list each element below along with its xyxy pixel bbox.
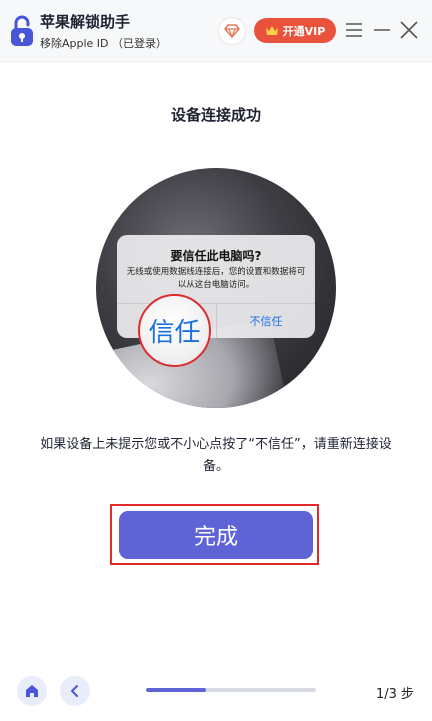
trust-magnifier: 信任 [138, 294, 211, 367]
home-button[interactable] [17, 676, 47, 706]
vip-label: 开通VIP [282, 24, 326, 38]
close-icon[interactable] [399, 20, 419, 40]
back-button[interactable] [60, 676, 90, 706]
chevron-left-icon [71, 685, 78, 697]
diamond-icon [224, 24, 240, 38]
dialog-title: 要信任此电脑吗? [170, 249, 262, 263]
step-counter: 1/3 步 [375, 687, 414, 702]
app-subtitle: 移除Apple ID （已登录） [40, 37, 168, 50]
app-title: 苹果解锁助手 [40, 13, 131, 31]
dialog-trust-label: 信任 [148, 318, 201, 348]
dialog-distrust-label: 不信任 [249, 315, 283, 328]
minimize-icon[interactable] [373, 21, 391, 39]
lock-logo-icon [11, 15, 33, 46]
home-icon [26, 685, 38, 697]
crown-icon [265, 25, 278, 35]
diamond-button[interactable] [218, 17, 246, 45]
vip-button[interactable]: 开通VIP [254, 18, 336, 43]
finish-button[interactable]: 完成 [119, 511, 313, 559]
menu-icon[interactable] [345, 21, 363, 39]
dialog-body: 无线或使用数据线连接后，您的设置和数据将可以从这台电脑访问。 [126, 267, 306, 290]
step-progress-fill [146, 688, 206, 692]
reconnect-hint: 如果设备上未提示您或不小心点按了“不信任”，请重新连接设备。 [40, 437, 392, 474]
title-bar: 苹果解锁助手 移除Apple ID （已登录） 开通VIP [0, 0, 432, 62]
step-progress-bar [146, 688, 316, 692]
page-title: 设备连接成功 [170, 106, 261, 124]
